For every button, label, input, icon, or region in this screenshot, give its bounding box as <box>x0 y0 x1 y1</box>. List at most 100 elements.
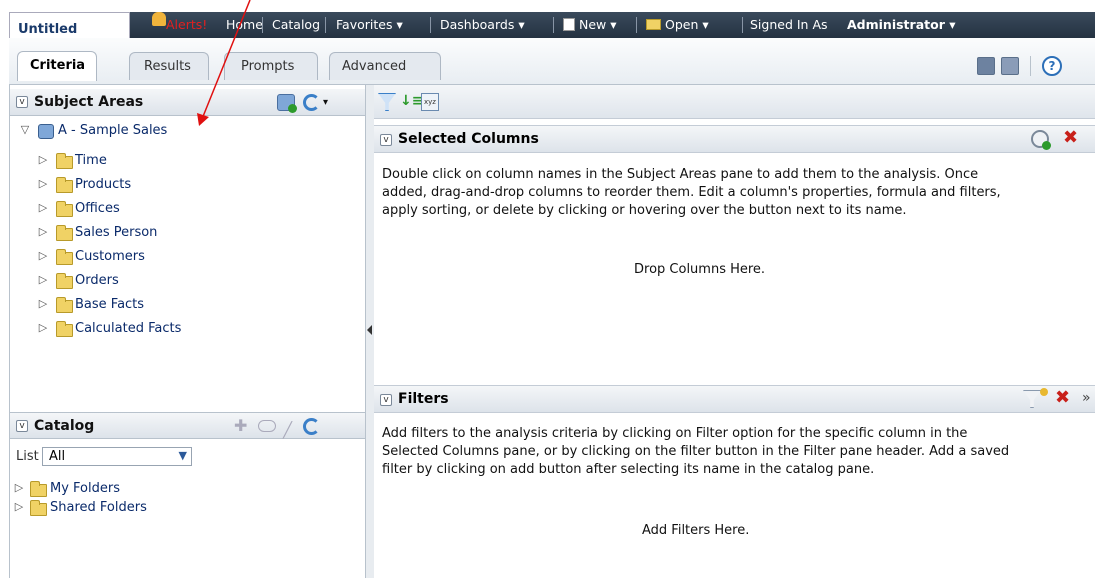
description-line: filter by clicking on add button after s… <box>382 462 875 477</box>
collapsed-triangle-icon[interactable]: ▷ <box>36 321 50 334</box>
list-select-value: All <box>49 449 66 464</box>
signed-in-as-label: Signed In As <box>750 17 828 32</box>
collapse-chevron-icon[interactable]: v <box>380 394 392 406</box>
criteria-toolbar: ↓≡ xyz <box>374 85 1095 119</box>
delete-all-filters-icon[interactable]: ✖ <box>1055 388 1075 408</box>
list-select[interactable]: All ▼ <box>42 447 192 466</box>
add-subject-area-icon[interactable] <box>277 94 297 113</box>
collapsed-triangle-icon[interactable]: ▷ <box>36 201 50 214</box>
left-pane: v Subject Areas ▾ ▽ A - Sample Sales ▷ Ti… <box>9 85 366 578</box>
folder-icon <box>56 273 73 289</box>
more-chevron-icon[interactable]: » <box>1082 390 1091 406</box>
collapsed-triangle-icon[interactable]: ▷ <box>12 481 26 494</box>
favorites-menu[interactable]: Favorites ▾ <box>336 12 403 38</box>
chevron-down-icon: ▾ <box>610 17 617 32</box>
chevron-down-icon[interactable]: ▾ <box>323 89 328 116</box>
tab-advanced[interactable]: Advanced <box>329 52 441 80</box>
dashboards-menu[interactable]: Dashboards ▾ <box>440 12 525 38</box>
folder-label: Calculated Facts <box>75 321 182 336</box>
new-badge-icon <box>1040 388 1048 396</box>
list-label: List <box>16 449 39 464</box>
new-menu[interactable]: New ▾ <box>563 12 617 38</box>
open-folder-icon <box>646 19 661 30</box>
tab-criteria[interactable]: Criteria <box>17 51 97 81</box>
save-icon[interactable] <box>977 57 995 75</box>
folder-label: Customers <box>75 249 145 264</box>
folder-label: Base Facts <box>75 297 145 312</box>
folder-label: Time <box>75 153 107 168</box>
filters-description: Add filters to the analysis criteria by … <box>374 414 1095 494</box>
collapse-chevron-icon[interactable]: v <box>16 96 28 108</box>
folder-icon <box>56 225 73 241</box>
folder-icon <box>30 481 47 497</box>
pane-splitter[interactable] <box>366 85 374 578</box>
refresh-icon[interactable] <box>303 94 320 111</box>
dashboards-label: Dashboards <box>440 17 515 32</box>
chevron-down-icon: ▾ <box>396 17 403 32</box>
new-label: New <box>578 17 607 32</box>
new-document-icon <box>563 18 575 31</box>
filters-header: v Filters ✖ » <box>374 385 1095 413</box>
open-menu[interactable]: Open ▾ <box>646 12 709 38</box>
catalog-title: Catalog <box>34 418 95 434</box>
edit-pencil-icon[interactable]: ╱ <box>283 417 297 439</box>
subject-area-label: A - Sample Sales <box>58 123 168 138</box>
folder-label: Orders <box>75 273 119 288</box>
alerts-link[interactable]: Alerts! <box>166 12 207 38</box>
sort-icon[interactable]: ↓≡ <box>400 93 423 111</box>
tab-results[interactable]: Results <box>129 52 209 80</box>
open-label: Open <box>664 17 699 32</box>
folder-icon <box>56 153 73 169</box>
subject-area-cube-icon <box>38 124 54 139</box>
description-line: Add filters to the analysis criteria by … <box>382 426 968 441</box>
folder-label: Products <box>75 177 132 192</box>
collapsed-triangle-icon[interactable]: ▷ <box>36 273 50 286</box>
global-header: Alerts! Home Catalog Favorites ▾ Dashboa… <box>9 12 1095 38</box>
home-link[interactable]: Home <box>226 12 263 38</box>
view-icon[interactable] <box>258 420 276 432</box>
collapsed-triangle-icon[interactable]: ▷ <box>36 297 50 310</box>
alerts-bell-icon[interactable] <box>152 12 166 38</box>
collapse-chevron-icon[interactable]: v <box>16 420 28 432</box>
subject-area-tree: ▽ A - Sample Sales ▷ Time ▷ Products ▷ Office… <box>10 116 366 406</box>
collapsed-triangle-icon[interactable]: ▷ <box>36 225 50 238</box>
collapsed-triangle-icon[interactable]: ▷ <box>36 153 50 166</box>
collapsed-triangle-icon[interactable]: ▷ <box>36 249 50 262</box>
collapse-pane-arrow-icon[interactable] <box>367 325 372 335</box>
description-line: apply sorting, or delete by clicking or … <box>382 203 907 218</box>
chevron-down-icon: ▾ <box>949 17 956 32</box>
refresh-icon[interactable] <box>303 418 320 435</box>
add-to-criteria-icon[interactable]: ✚ <box>234 418 250 434</box>
drop-columns-placeholder[interactable]: Drop Columns Here. <box>634 262 765 277</box>
selected-columns-title: Selected Columns <box>398 131 539 147</box>
help-icon[interactable]: ? <box>1042 56 1062 76</box>
save-as-icon[interactable] <box>1001 57 1019 75</box>
filter-icon[interactable] <box>378 93 396 111</box>
folder-icon <box>56 201 73 217</box>
selected-columns-header: v Selected Columns ✖ <box>374 125 1095 153</box>
description-line: added, drag-and-drop columns to reorder … <box>382 185 1001 200</box>
catalog-header: v Catalog ✚ ╱ <box>10 412 365 439</box>
catalog-link[interactable]: Catalog <box>272 12 320 38</box>
delete-all-columns-icon[interactable]: ✖ <box>1063 128 1083 148</box>
tab-prompts[interactable]: Prompts <box>224 52 318 80</box>
add-filter-icon[interactable] <box>1023 390 1041 408</box>
right-pane: ↓≡ xyz v Selected Columns ✖ Double click… <box>374 85 1095 578</box>
subject-areas-header: v Subject Areas ▾ <box>10 89 365 116</box>
folder-icon <box>56 177 73 193</box>
subject-areas-title: Subject Areas <box>34 94 144 110</box>
folder-icon <box>56 249 73 265</box>
analysis-tab-bar: Criteria Results Prompts Advanced ? <box>9 38 1095 85</box>
collapsed-triangle-icon[interactable]: ▷ <box>36 177 50 190</box>
catalog-tree: ▷ My Folders ▷ Shared Folders <box>10 475 366 575</box>
collapsed-triangle-icon[interactable]: ▷ <box>12 500 26 513</box>
add-column-icon[interactable] <box>1031 130 1051 150</box>
add-filters-placeholder[interactable]: Add Filters Here. <box>642 523 749 538</box>
expanded-triangle-icon: ▽ <box>20 123 30 136</box>
folder-label: My Folders <box>50 481 120 496</box>
description-line: Double click on column names in the Subj… <box>382 167 979 182</box>
collapse-chevron-icon[interactable]: v <box>380 134 392 146</box>
user-menu[interactable]: Administrator ▾ <box>847 12 956 38</box>
column-properties-icon[interactable]: xyz <box>421 93 439 111</box>
filters-title: Filters <box>398 391 449 407</box>
